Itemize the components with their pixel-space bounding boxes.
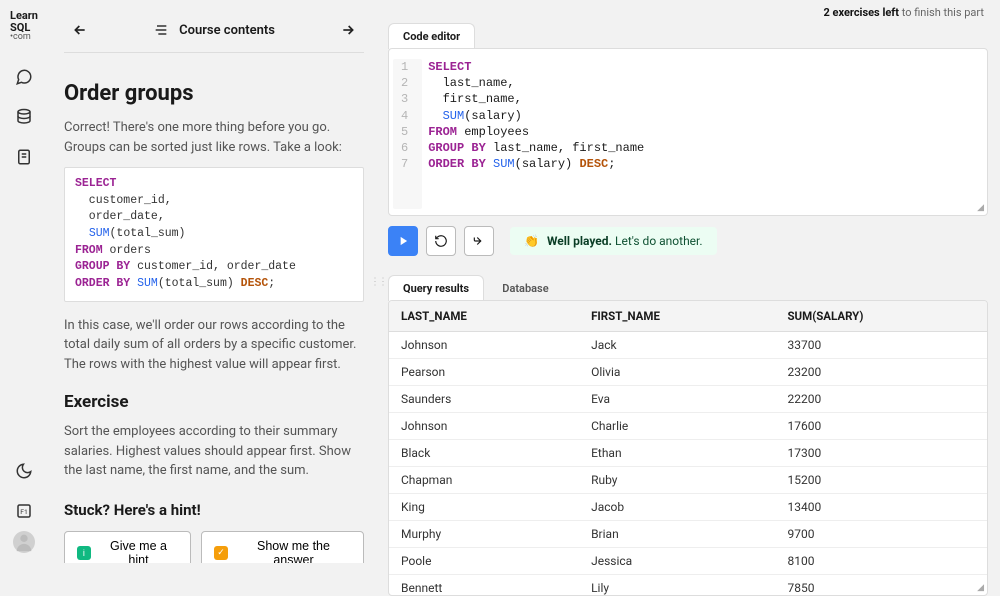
table-cell: 17300 bbox=[775, 440, 987, 467]
table-row: MurphyBrian9700 bbox=[389, 521, 987, 548]
table-row: JohnsonJack33700 bbox=[389, 332, 987, 359]
chat-icon[interactable] bbox=[12, 65, 36, 89]
course-contents-link[interactable]: Course contents bbox=[153, 22, 275, 38]
answer-button[interactable]: ✓ Show me the answer bbox=[201, 531, 364, 563]
table-cell: Charlie bbox=[579, 413, 775, 440]
table-row: BlackEthan17300 bbox=[389, 440, 987, 467]
lesson-paragraph: Correct! There's one more thing before y… bbox=[64, 118, 364, 157]
results-panel: LAST_NAMEFIRST_NAMESUM(SALARY) JohnsonJa… bbox=[388, 300, 988, 596]
avatar[interactable] bbox=[13, 531, 35, 553]
table-row: KingJacob13400 bbox=[389, 494, 987, 521]
line-gutter: 1234567 bbox=[393, 59, 422, 209]
exercise-heading: Exercise bbox=[64, 392, 364, 412]
tab-database[interactable]: Database bbox=[487, 275, 563, 301]
notes-icon[interactable] bbox=[12, 145, 36, 169]
table-row: SaundersEva22200 bbox=[389, 386, 987, 413]
hint-button-label: Give me a hint bbox=[99, 539, 178, 563]
database-icon[interactable] bbox=[12, 105, 36, 129]
check-icon: ✓ bbox=[214, 546, 228, 560]
table-cell: Poole bbox=[389, 548, 579, 575]
table-cell: Jessica bbox=[579, 548, 775, 575]
table-cell: 9700 bbox=[775, 521, 987, 548]
column-header: FIRST_NAME bbox=[579, 301, 775, 332]
run-button[interactable] bbox=[388, 226, 418, 256]
logo-line: Learn bbox=[10, 10, 38, 22]
nav-next-icon[interactable] bbox=[340, 22, 356, 38]
example-sql: SELECT customer_id, order_date, SUM(tota… bbox=[64, 167, 364, 302]
answer-button-label: Show me the answer bbox=[236, 539, 351, 563]
reset-icon bbox=[434, 234, 448, 248]
table-cell: Ruby bbox=[579, 467, 775, 494]
table-cell: 22200 bbox=[775, 386, 987, 413]
table-cell: Black bbox=[389, 440, 579, 467]
table-cell: Jack bbox=[579, 332, 775, 359]
table-cell: 17600 bbox=[775, 413, 987, 440]
page-title: Order groups bbox=[64, 81, 364, 106]
lesson-panel: Course contents Order groups Correct! Th… bbox=[48, 0, 380, 563]
nav-prev-icon[interactable] bbox=[72, 22, 88, 38]
table-cell: Lily bbox=[579, 575, 775, 596]
column-header: SUM(SALARY) bbox=[775, 301, 987, 332]
table-cell: Chapman bbox=[389, 467, 579, 494]
list-icon bbox=[153, 22, 169, 38]
table-cell: 23200 bbox=[775, 359, 987, 386]
hint-heading: Stuck? Here's a hint! bbox=[64, 501, 364, 519]
play-icon bbox=[396, 234, 410, 248]
info-icon: i bbox=[77, 546, 91, 560]
table-cell: Pearson bbox=[389, 359, 579, 386]
exercise-text: Sort the employees according to their su… bbox=[64, 422, 364, 481]
lesson-nav: Course contents bbox=[64, 4, 364, 53]
course-contents-label: Course contents bbox=[179, 23, 275, 38]
table-row: JohnsonCharlie17600 bbox=[389, 413, 987, 440]
table-cell: Eva bbox=[579, 386, 775, 413]
table-cell: Olivia bbox=[579, 359, 775, 386]
tab-query-results[interactable]: Query results bbox=[388, 275, 484, 301]
table-cell: 13400 bbox=[775, 494, 987, 521]
table-cell: 8100 bbox=[775, 548, 987, 575]
tab-code-editor[interactable]: Code editor bbox=[388, 23, 475, 49]
clap-icon: 👏 bbox=[524, 234, 539, 248]
share-icon bbox=[472, 234, 486, 248]
code-editor[interactable]: 1234567 SELECT last_name, first_name, SU… bbox=[388, 48, 988, 216]
svg-text:F1: F1 bbox=[20, 508, 28, 516]
exercises-left-label: 2 exercises left to finish this part bbox=[823, 6, 984, 19]
table-cell: Saunders bbox=[389, 386, 579, 413]
table-cell: Ethan bbox=[579, 440, 775, 467]
keyboard-icon[interactable]: F1 bbox=[12, 499, 36, 523]
table-cell: 15200 bbox=[775, 467, 987, 494]
table-cell: 7850 bbox=[775, 575, 987, 596]
theme-icon[interactable] bbox=[12, 459, 36, 483]
table-row: PearsonOlivia23200 bbox=[389, 359, 987, 386]
table-row: BennettLily7850 bbox=[389, 575, 987, 596]
left-rail: Learn SQL •com F1 bbox=[0, 0, 48, 563]
share-button[interactable] bbox=[464, 226, 494, 256]
column-header: LAST_NAME bbox=[389, 301, 579, 332]
table-cell: 33700 bbox=[775, 332, 987, 359]
table-row: PooleJessica8100 bbox=[389, 548, 987, 575]
table-cell: Johnson bbox=[389, 332, 579, 359]
table-cell: Murphy bbox=[389, 521, 579, 548]
code-content[interactable]: SELECT last_name, first_name, SUM(salary… bbox=[422, 59, 644, 209]
table-cell: Brian bbox=[579, 521, 775, 548]
feedback-banner: 👏 Well played. Let's do another. bbox=[510, 227, 717, 255]
table-cell: King bbox=[389, 494, 579, 521]
table-row: ChapmanRuby15200 bbox=[389, 467, 987, 494]
reset-button[interactable] bbox=[426, 226, 456, 256]
logo[interactable]: Learn SQL •com bbox=[10, 6, 38, 57]
results-table: LAST_NAMEFIRST_NAMESUM(SALARY) JohnsonJa… bbox=[389, 301, 987, 596]
table-cell: Johnson bbox=[389, 413, 579, 440]
lesson-paragraph: In this case, we'll order our rows accor… bbox=[64, 316, 364, 375]
table-cell: Bennett bbox=[389, 575, 579, 596]
hint-button[interactable]: i Give me a hint bbox=[64, 531, 191, 563]
logo-line: •com bbox=[10, 33, 38, 42]
work-area: 2 exercises left to finish this part Cod… bbox=[380, 0, 1000, 563]
table-cell: Jacob bbox=[579, 494, 775, 521]
